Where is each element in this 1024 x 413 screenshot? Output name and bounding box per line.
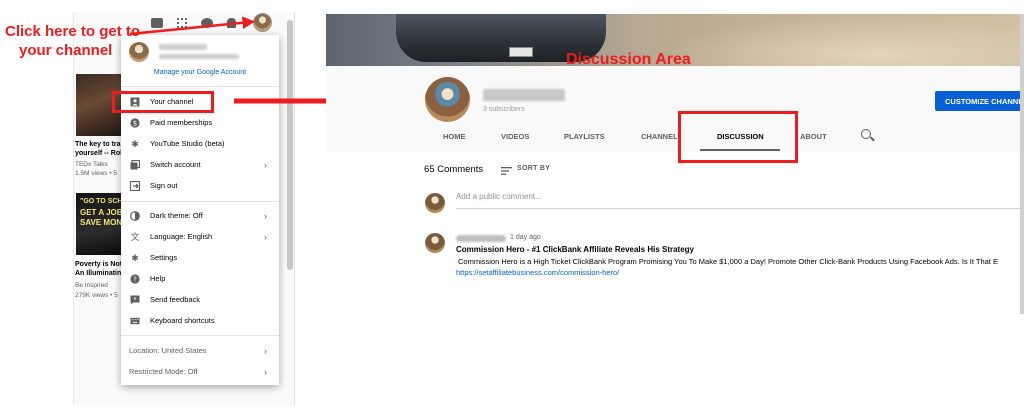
sort-by-button[interactable]: SORT BY <box>517 165 550 172</box>
tab-about[interactable]: ABOUT <box>800 132 827 141</box>
comments-count: 65 Comments <box>424 164 484 175</box>
customize-channel-button[interactable]: CUSTOMIZE CHANNEL <box>935 91 1024 111</box>
add-comment-input[interactable]: Add a public comment... <box>456 192 542 201</box>
sort-icon[interactable] <box>501 167 512 175</box>
blurred-channel-name <box>483 89 565 101</box>
comment-video-title[interactable]: Commission Hero - #1 ClickBank Affiliate… <box>456 245 694 254</box>
tab-home[interactable]: HOME <box>443 132 466 141</box>
blurred-comment-author[interactable] <box>456 235 506 242</box>
channel-search-icon[interactable] <box>861 129 871 139</box>
comment-body: Commission Hero is a High Ticket ClickBa… <box>458 257 998 266</box>
tab-videos[interactable]: VIDEOS <box>501 132 529 141</box>
comment-timestamp[interactable]: 1 day ago <box>510 234 541 241</box>
page-edge-scroll <box>1020 14 1024 314</box>
comment-author-avatar[interactable] <box>425 233 445 253</box>
tab-playlists[interactable]: PLAYLISTS <box>564 132 605 141</box>
banner-dust-image <box>656 14 1021 66</box>
comment-link[interactable]: https://setaffiliatebusiness.com/commiss… <box>456 268 619 277</box>
arrow-to-avatar <box>129 16 255 36</box>
comment-input-underline <box>456 208 1024 209</box>
license-plate <box>509 47 533 57</box>
commenter-avatar <box>425 193 445 213</box>
tab-channels[interactable]: CHANNELS <box>641 132 677 141</box>
subscriber-count: 3 subscribers <box>483 106 525 113</box>
discussion-callout-text: Discussion Area <box>566 51 691 68</box>
channel-avatar <box>425 77 470 122</box>
discussion-highlight-box <box>678 111 798 163</box>
